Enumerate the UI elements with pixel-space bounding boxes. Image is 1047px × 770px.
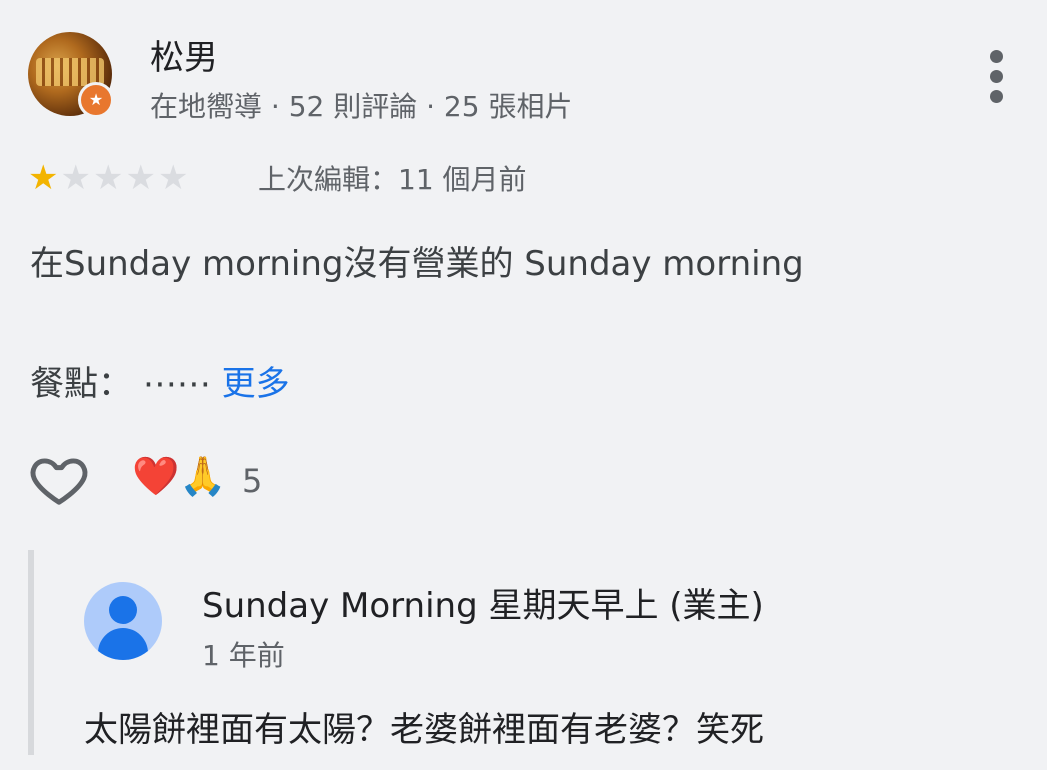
star-icon: ★ bbox=[28, 158, 61, 198]
reviewer-avatar[interactable]: ★ bbox=[28, 32, 114, 118]
owner-reply-text: 太陽餅裡面有太陽？老婆餅裡面有老婆？笑死 bbox=[84, 710, 764, 750]
reply-divider bbox=[28, 550, 34, 755]
star-rating: ★★★★★ bbox=[28, 158, 190, 198]
meal-value: ⋯⋯ bbox=[132, 364, 222, 404]
star-icon: ★ bbox=[157, 158, 191, 198]
more-link[interactable]: 更多 bbox=[222, 364, 290, 404]
reviewer-meta: 在地嚮導 · 52 則評論 · 25 張相片 bbox=[150, 90, 573, 123]
reaction-emojis[interactable]: ❤️🙏 bbox=[132, 454, 227, 499]
heart-outline-icon[interactable] bbox=[28, 448, 90, 510]
owner-reply-time: 1 年前 bbox=[202, 639, 285, 672]
reviewer-name[interactable]: 松男 bbox=[150, 30, 218, 79]
reaction-count: 5 bbox=[242, 462, 263, 500]
owner-avatar-icon bbox=[84, 582, 162, 660]
local-guide-badge-icon: ★ bbox=[78, 82, 114, 118]
owner-name: Sunday Morning 星期天早上 (業主) bbox=[202, 586, 764, 626]
meal-label: 餐點： bbox=[30, 364, 132, 404]
star-icon: ★ bbox=[92, 158, 126, 198]
star-icon: ★ bbox=[60, 158, 93, 198]
review-text: 在Sunday morning沒有營業的 Sunday morning bbox=[30, 244, 804, 284]
edited-timestamp: 上次編輯：11 個月前 bbox=[258, 163, 527, 196]
vertical-dots-icon[interactable] bbox=[983, 50, 1009, 106]
star-icon: ★ bbox=[125, 158, 158, 198]
review-meal-line: 餐點： ⋯⋯ 更多 bbox=[30, 356, 290, 405]
